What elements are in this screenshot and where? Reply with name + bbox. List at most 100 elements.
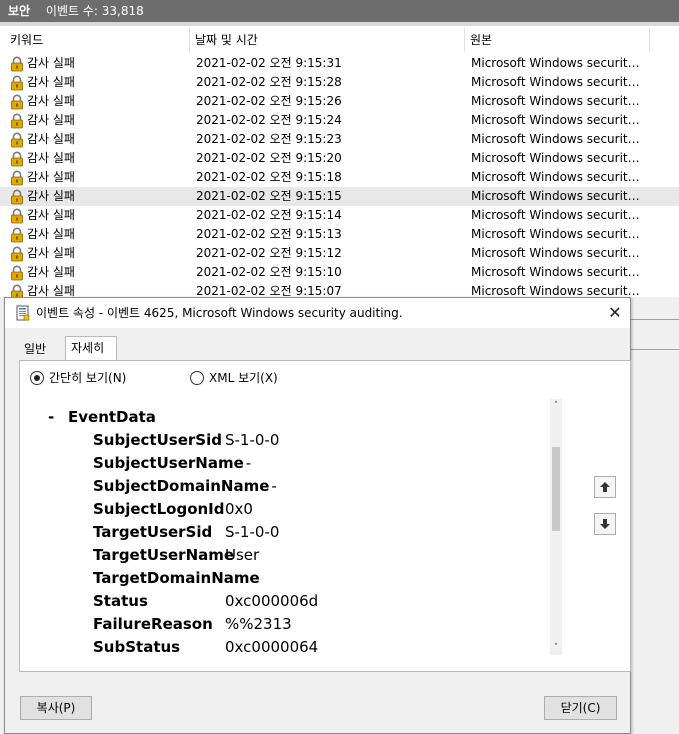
event-properties-icon: [16, 305, 30, 321]
row-datetime: 2021-02-02 오전 9:15:15: [196, 189, 342, 203]
previous-event-button[interactable]: [594, 476, 616, 498]
event-data-heading: - EventData: [48, 408, 156, 426]
row-keyword: 감사 실패: [27, 132, 75, 146]
column-header-source[interactable]: 원본: [465, 28, 650, 52]
arrow-down-icon: [600, 519, 610, 529]
row-datetime: 2021-02-02 오전 9:15:20: [196, 151, 342, 165]
row-keyword: 감사 실패: [27, 265, 75, 279]
event-data-scrollbar[interactable]: ˄ ˅: [550, 399, 562, 655]
event-field-targetusersid: TargetUserSid S-1-0-0: [93, 521, 279, 544]
event-field-subjectusersid: SubjectUserSid S-1-0-0: [93, 429, 279, 452]
field-value: 0xc0000064: [225, 638, 319, 656]
row-datetime: 2021-02-02 오전 9:15:26: [196, 94, 342, 108]
row-datetime: 2021-02-02 오전 9:15:18: [196, 170, 342, 184]
field-value: %%2313: [225, 615, 292, 633]
dialog-titlebar[interactable]: 이벤트 속성 - 이벤트 4625, Microsoft Windows sec…: [5, 298, 630, 328]
xml-view-label: XML 보기(X): [209, 371, 278, 385]
event-field-subjectusername: SubjectUserName -: [93, 452, 251, 475]
field-value: -: [245, 454, 252, 472]
close-icon[interactable]: ✕: [600, 298, 630, 328]
friendly-view-radio[interactable]: [30, 371, 44, 385]
lock-icon: [11, 151, 23, 167]
event-list[interactable]: 키워드 날짜 및 시간 원본 감사 실패 2021-02-02 오전 9:15:3…: [0, 22, 679, 297]
event-count: 이벤트 수: 33,818: [45, 4, 144, 18]
scroll-up-arrow-icon[interactable]: ˄: [551, 401, 561, 411]
field-key: SubStatus: [93, 638, 181, 656]
field-key: SubjectLogonId: [93, 500, 225, 518]
table-row[interactable]: 감사 실패 2021-02-02 오전 9:15:12 Microsoft Wind…: [0, 244, 679, 263]
event-data-view[interactable]: - EventData SubjectUserSid S-1-0-0 SubjectU…: [34, 400, 590, 656]
row-keyword: 감사 실패: [27, 170, 75, 184]
background-pane-edge: [630, 297, 679, 734]
row-keyword: 감사 실패: [27, 94, 75, 108]
lock-icon: [11, 132, 23, 148]
row-keyword: 감사 실패: [27, 75, 75, 89]
row-keyword: 감사 실패: [27, 151, 75, 165]
row-source: Microsoft Windows security a...: [471, 75, 641, 89]
tab-details[interactable]: 자세히: [65, 336, 117, 360]
scrollbar-thumb[interactable]: [552, 447, 560, 531]
lock-icon: [11, 75, 23, 91]
field-value: 0xc000006d: [225, 592, 319, 610]
event-field-targetusername: TargetUserName User: [93, 544, 259, 567]
lock-icon: [11, 56, 23, 72]
log-title: 보안: [8, 4, 31, 18]
table-row[interactable]: 감사 실패 2021-02-02 오전 9:15:28 Microsoft Wind…: [0, 73, 679, 92]
row-keyword: 감사 실패: [27, 246, 75, 260]
arrow-up-icon: [600, 482, 610, 492]
row-source: Microsoft Windows security a...: [471, 284, 641, 297]
event-field-status: Status 0xc000006d: [93, 590, 318, 613]
row-keyword: 감사 실패: [27, 284, 75, 297]
row-datetime: 2021-02-02 오전 9:15:31: [196, 56, 342, 70]
copy-button[interactable]: 복사(P): [20, 696, 92, 720]
event-data-title: EventData: [68, 408, 156, 426]
field-key: TargetUserSid: [93, 523, 213, 541]
table-row[interactable]: 감사 실패 2021-02-02 오전 9:15:24 Microsoft Wind…: [0, 111, 679, 130]
table-row[interactable]: 감사 실패 2021-02-02 오전 9:15:31 Microsoft Wind…: [0, 54, 679, 73]
field-key: SubjectDomainName: [93, 477, 270, 495]
collapse-toggle[interactable]: -: [48, 408, 68, 426]
row-source: Microsoft Windows security a...: [471, 227, 641, 241]
row-source: Microsoft Windows security a...: [471, 132, 641, 146]
lock-icon: [11, 284, 23, 297]
table-row[interactable]: 감사 실패 2021-02-02 오전 9:15:13 Microsoft Wind…: [0, 225, 679, 244]
close-button[interactable]: 닫기(C): [544, 696, 617, 720]
table-row[interactable]: 감사 실패 2021-02-02 오전 9:15:10 Microsoft Wind…: [0, 263, 679, 282]
table-row[interactable]: 감사 실패 2021-02-02 오전 9:15:20 Microsoft Wind…: [0, 149, 679, 168]
field-key: Status: [93, 592, 148, 610]
row-source: Microsoft Windows security a...: [471, 56, 641, 70]
event-field-targetdomainname: TargetDomainName: [93, 567, 262, 590]
row-datetime: 2021-02-02 오전 9:15:23: [196, 132, 342, 146]
field-key: SubjectUserSid: [93, 431, 222, 449]
row-keyword: 감사 실패: [27, 208, 75, 222]
row-keyword: 감사 실패: [27, 113, 75, 127]
row-source: Microsoft Windows security a...: [471, 170, 641, 184]
table-row[interactable]: 감사 실패 2021-02-02 오전 9:15:18 Microsoft Wind…: [0, 168, 679, 187]
column-header-keyword[interactable]: 키워드: [5, 28, 190, 52]
row-datetime: 2021-02-02 오전 9:15:14: [196, 208, 342, 222]
table-row[interactable]: 감사 실패 2021-02-02 오전 9:15:15 Microsoft Wind…: [0, 187, 679, 206]
next-event-button[interactable]: [594, 513, 616, 535]
event-field-failurereason: FailureReason %%2313: [93, 613, 292, 636]
friendly-view-label: 간단히 보기(N): [49, 371, 127, 385]
xml-view-radio[interactable]: [190, 371, 204, 385]
column-headers: 키워드 날짜 및 시간 원본: [0, 28, 679, 52]
table-row[interactable]: 감사 실패 2021-02-02 오전 9:15:26 Microsoft Wind…: [0, 92, 679, 111]
row-source: Microsoft Windows security a...: [471, 208, 641, 222]
event-field-subjectlogonid: SubjectLogonId 0x0: [93, 498, 253, 521]
table-row[interactable]: 감사 실패 2021-02-02 오전 9:15:23 Microsoft Wind…: [0, 130, 679, 149]
row-source: Microsoft Windows security a...: [471, 113, 641, 127]
table-row[interactable]: 감사 실패 2021-02-02 오전 9:15:14 Microsoft Wind…: [0, 206, 679, 225]
field-key: TargetUserName: [93, 546, 235, 564]
scroll-down-arrow-icon[interactable]: ˅: [551, 643, 561, 653]
field-value: User: [225, 546, 260, 564]
row-keyword: 감사 실패: [27, 56, 75, 70]
row-datetime: 2021-02-02 오전 9:15:13: [196, 227, 342, 241]
lock-icon: [11, 170, 23, 186]
row-source: Microsoft Windows security a...: [471, 189, 641, 203]
table-row[interactable]: 감사 실패 2021-02-02 오전 9:15:07 Microsoft Wind…: [0, 282, 679, 297]
tab-general[interactable]: 일반: [19, 338, 65, 360]
column-header-datetime[interactable]: 날짜 및 시간: [190, 28, 465, 52]
row-datetime: 2021-02-02 오전 9:15:24: [196, 113, 342, 127]
lock-icon: [11, 246, 23, 262]
